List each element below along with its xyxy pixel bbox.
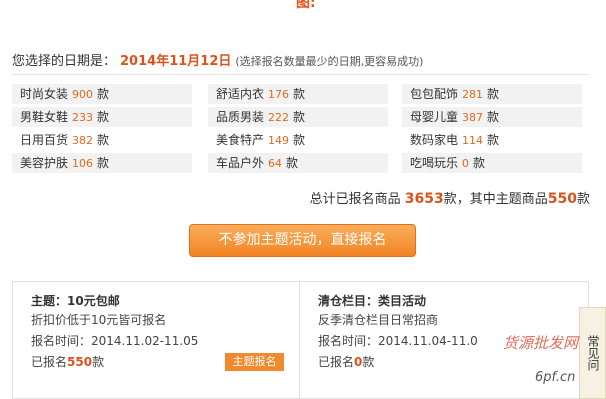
divider — [12, 74, 590, 75]
card-desc: 反季清仓栏目日常招商 — [318, 313, 439, 327]
total-prefix: 总计已报名商品 — [309, 192, 401, 207]
category-item: 日用百货 382 款 — [12, 130, 192, 150]
category-name: 男鞋女鞋 — [20, 110, 69, 124]
signed-count: 550 — [67, 355, 93, 369]
signed-prefix: 已报名 — [31, 355, 68, 369]
category-unit: 款 — [293, 110, 306, 124]
category-item: 男鞋女鞋 233 款 — [12, 107, 192, 127]
activity-card-theme: 主题：10元包邮 折扣价低于10元皆可报名 报名时间：2014.11.02-11… — [13, 282, 300, 398]
category-item: 时尚女装 900 款 — [12, 84, 192, 104]
category-name: 时尚女装 — [20, 87, 69, 101]
theme-count: 550 — [547, 191, 577, 207]
category-name: 母婴儿童 — [410, 110, 459, 124]
total-summary: 总计已报名商品 3653款，其中主题商品550款 — [310, 188, 590, 207]
time-label: 报名时间： — [318, 334, 379, 348]
card-signed: 已报名0款 — [318, 353, 374, 370]
card-signed: 已报名550款 — [31, 353, 104, 370]
direct-signup-button[interactable]: 不参加主题活动，直接报名 — [189, 224, 416, 257]
selected-date: 2014年11月12日 — [120, 54, 232, 69]
category-item: 舒适内衣 176 款 — [208, 84, 388, 104]
category-unit: 款 — [97, 156, 110, 170]
card-title: 清仓栏目：类目活动 — [318, 294, 427, 308]
category-unit: 款 — [97, 133, 110, 147]
date-label: 您选择的日期是： — [12, 54, 117, 69]
category-item: 母婴儿童 387 款 — [402, 107, 582, 127]
card-desc: 折扣价低于10元皆可报名 — [31, 313, 167, 327]
card-time: 报名时间：2014.11.04-11.0 — [318, 332, 478, 349]
category-name: 舒适内衣 — [216, 87, 265, 101]
category-item: 吃喝玩乐 0 款 — [402, 153, 582, 173]
watermark-url: 6pf.cn — [535, 370, 576, 385]
category-count: 281 — [462, 88, 484, 101]
category-count: 0 — [462, 157, 470, 170]
signed-suffix: 款 — [362, 355, 375, 369]
category-unit: 款 — [97, 110, 110, 124]
category-name: 美容护肤 — [20, 156, 69, 170]
card-title: 主题：10元包邮 — [31, 294, 120, 308]
signed-prefix: 已报名 — [318, 355, 355, 369]
category-unit: 款 — [293, 133, 306, 147]
time-label: 报名时间： — [31, 334, 92, 348]
category-unit: 款 — [487, 110, 500, 124]
category-count: 149 — [268, 134, 290, 147]
category-unit: 款 — [487, 87, 500, 101]
time-range: 2014.11.02-11.05 — [91, 334, 199, 348]
total-middle: 款，其中主题商品 — [443, 192, 548, 207]
category-name: 吃喝玩乐 — [410, 156, 459, 170]
category-item: 美容护肤 106 款 — [12, 153, 192, 173]
category-unit: 款 — [286, 156, 299, 170]
category-unit: 款 — [293, 87, 306, 101]
total-count: 3653 — [404, 191, 444, 207]
category-name: 数码家电 — [410, 133, 459, 147]
category-count: 900 — [72, 88, 94, 101]
selected-date-line: 您选择的日期是： 2014年11月12日 (选择报名数量最少的日期,更容易成功) — [12, 50, 423, 69]
category-count: 176 — [268, 88, 290, 101]
category-count: 114 — [462, 134, 484, 147]
category-count: 233 — [72, 111, 94, 124]
category-unit: 款 — [473, 156, 486, 170]
category-name: 日用百货 — [20, 133, 69, 147]
category-name: 品质男装 — [216, 110, 265, 124]
faq-side-tab[interactable]: 常见问 — [579, 307, 606, 399]
category-count: 387 — [462, 111, 484, 124]
category-unit: 款 — [487, 133, 500, 147]
watermark-text: 货源批发网 — [503, 334, 579, 352]
category-item: 品质男装 222 款 — [208, 107, 388, 127]
category-count: 382 — [72, 134, 94, 147]
category-count: 106 — [72, 157, 94, 170]
category-item: 包包配饰 281 款 — [402, 84, 582, 104]
category-name: 包包配饰 — [410, 87, 459, 101]
category-name: 车品户外 — [216, 156, 265, 170]
top-fragment: 图: — [296, 0, 316, 11]
category-item: 美食特产 149 款 — [208, 130, 388, 150]
category-count: 64 — [268, 157, 283, 170]
time-range: 2014.11.04-11.0 — [378, 334, 478, 348]
category-item: 数码家电 114 款 — [402, 130, 582, 150]
total-suffix: 款 — [576, 192, 590, 207]
theme-signup-button[interactable]: 主题报名 — [225, 353, 284, 371]
category-unit: 款 — [97, 87, 110, 101]
category-name: 美食特产 — [216, 133, 265, 147]
signed-suffix: 款 — [92, 355, 105, 369]
card-time: 报名时间：2014.11.02-11.05 — [31, 332, 198, 349]
category-count: 222 — [268, 111, 290, 124]
category-item: 车品户外 64 款 — [208, 153, 388, 173]
date-hint: (选择报名数量最少的日期,更容易成功) — [235, 55, 424, 68]
